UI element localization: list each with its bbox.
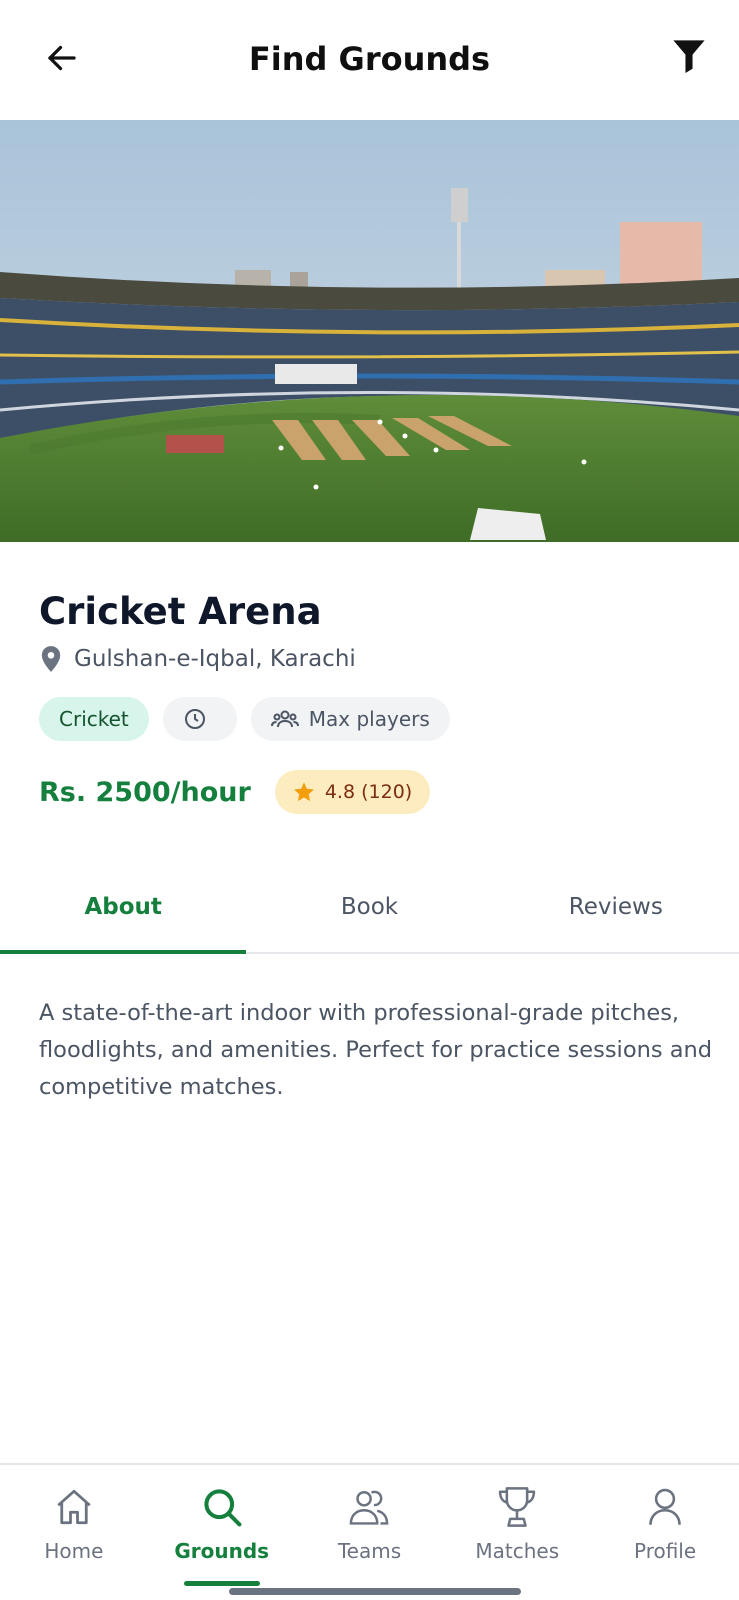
bottom-navigation: Home Grounds Teams Matches Profile	[0, 1463, 739, 1600]
max-players-chip: Max players	[250, 697, 450, 741]
rating-text: 4.8 (120)	[324, 781, 413, 803]
nav-teams-label: Teams	[337, 1539, 402, 1563]
sport-chip: Cricket	[39, 697, 149, 741]
location-text: Gulshan-e-Iqbal, Karachi	[74, 646, 356, 672]
nav-home[interactable]: Home	[0, 1465, 148, 1600]
tab-book[interactable]: Book	[246, 862, 492, 952]
about-description: A state-of-the-art indoor with professio…	[39, 1000, 713, 1100]
ground-location: Gulshan-e-Iqbal, Karachi	[40, 646, 356, 672]
profile-icon	[649, 1488, 681, 1525]
nav-matches[interactable]: Matches	[443, 1465, 591, 1600]
max-players-label: Max players	[308, 707, 430, 731]
timing-chip	[162, 697, 237, 741]
nav-profile[interactable]: Profile	[591, 1465, 739, 1600]
search-icon	[204, 1489, 242, 1527]
star-icon	[293, 782, 314, 802]
nav-matches-label: Matches	[475, 1539, 560, 1563]
rating-badge: 4.8 (120)	[274, 770, 431, 814]
location-pin-icon	[41, 646, 61, 672]
tab-about[interactable]: About	[0, 862, 247, 954]
filter-button[interactable]	[667, 34, 711, 78]
ground-tags: Cricket Max players	[39, 697, 450, 741]
active-nav-indicator	[183, 1581, 260, 1586]
nav-grounds[interactable]: Grounds	[148, 1465, 296, 1600]
app-header: Find Grounds	[0, 0, 739, 120]
nav-teams[interactable]: Teams	[296, 1465, 444, 1600]
detail-tabs: About Book Reviews	[0, 862, 739, 954]
price-per-hour: Rs. 2500/hour	[39, 776, 251, 808]
teams-icon	[350, 1490, 389, 1525]
ground-name: Cricket Arena	[39, 590, 322, 633]
trophy-icon	[499, 1487, 536, 1527]
nav-grounds-label: Grounds	[174, 1539, 270, 1563]
home-indicator	[229, 1588, 521, 1595]
filter-icon	[673, 40, 705, 73]
price-rating-row: Rs. 2500/hour 4.8 (120)	[39, 770, 431, 814]
nav-profile-label: Profile	[633, 1539, 697, 1563]
players-icon	[270, 710, 299, 728]
page-title: Find Grounds	[248, 40, 491, 78]
clock-icon	[184, 709, 205, 729]
home-icon	[57, 1489, 91, 1525]
sport-label: Cricket	[59, 707, 129, 731]
tab-reviews[interactable]: Reviews	[493, 862, 739, 952]
nav-home-label: Home	[44, 1539, 104, 1563]
ground-image	[0, 120, 739, 542]
